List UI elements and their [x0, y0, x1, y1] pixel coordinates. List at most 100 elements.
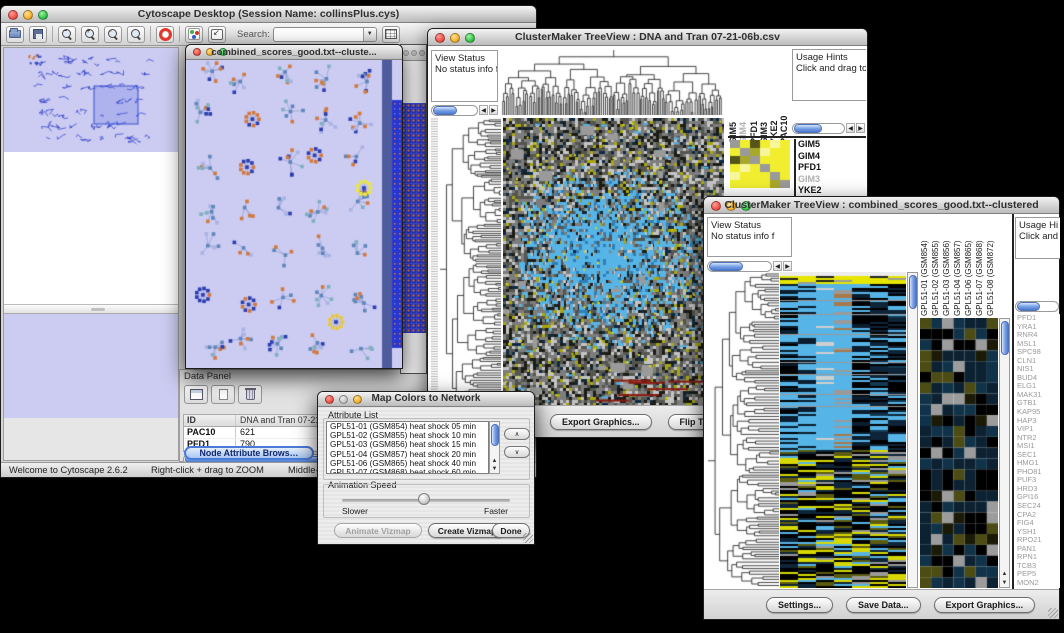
zoom-selected-button[interactable]: [127, 26, 145, 43]
array-column-label[interactable]: GPL51-02 (GSM855): [931, 217, 942, 316]
heatmap-vscrollbar[interactable]: [907, 272, 918, 588]
scroll-right-icon[interactable]: ▶: [489, 105, 498, 115]
attribute-browser-button[interactable]: [382, 26, 400, 43]
gene-row-label[interactable]: PFD1: [798, 162, 865, 174]
search-dropdown[interactable]: ▼: [363, 28, 376, 41]
array-column-label[interactable]: GPL51-06 (GSM865): [964, 217, 975, 316]
heatmap-canvas[interactable]: [503, 118, 724, 423]
usage-hints-scrollbar[interactable]: [1015, 300, 1059, 312]
gene-column-label[interactable]: PFD1: [749, 49, 759, 144]
chevron-down-icon: ▼: [367, 31, 373, 37]
scroll-right-icon[interactable]: ▶: [856, 123, 865, 133]
scroll-thumb[interactable]: [1001, 321, 1009, 355]
attribute-list-item[interactable]: GPL51-06 (GSM865) heat shock 40 min: [327, 459, 488, 468]
new-attribute-button[interactable]: [211, 385, 235, 404]
gene-column-label[interactable]: GIM5: [728, 49, 738, 144]
scroll-down-icon[interactable]: ▼: [1000, 580, 1009, 586]
treeview2-content: View Status No status info f ◀ ▶ GPL51-0…: [704, 214, 1059, 619]
footer-button[interactable]: Save Data...: [846, 597, 921, 613]
attribute-list-item[interactable]: GPL51-01 (GSM854) heat shock 05 min: [327, 422, 488, 431]
gene-column-label[interactable]: GIM4: [738, 49, 748, 144]
zoom-out-button[interactable]: −: [58, 26, 76, 43]
main-titlebar[interactable]: Cytoscape Desktop (Session Name: collins…: [1, 6, 536, 23]
gene-row-label[interactable]: YKE2: [798, 185, 865, 197]
scroll-up-icon[interactable]: ▲: [490, 458, 499, 464]
background-window-titlebar[interactable]: [401, 45, 426, 61]
zoom-fit-button[interactable]: ▫: [104, 26, 122, 43]
zoom-heatmap-canvas[interactable]: [920, 318, 998, 588]
view-status-scrollbar[interactable]: ◀ ▶: [431, 104, 498, 116]
select-attributes-button[interactable]: [184, 385, 208, 404]
toolbar-separator: [52, 26, 53, 42]
attribute-list-scrollbar[interactable]: ▲ ▼: [489, 421, 500, 474]
annotation-button[interactable]: [208, 26, 226, 43]
move-down-button[interactable]: ∨: [504, 446, 530, 458]
attribute-list[interactable]: GPL51-01 (GSM854) heat shock 05 minGPL51…: [326, 421, 489, 474]
col-id[interactable]: ID: [184, 415, 236, 426]
array-column-label[interactable]: GPL51-01 (GSM854): [920, 217, 931, 316]
gene-column-label[interactable]: GIM3: [759, 49, 769, 144]
help-button[interactable]: [156, 26, 174, 43]
resize-grip[interactable]: [523, 533, 533, 543]
speed-slider-thumb[interactable]: [418, 493, 430, 505]
footer-button[interactable]: Settings...: [766, 597, 833, 613]
heatmap-canvas[interactable]: [780, 272, 906, 588]
gene-row-label[interactable]: GIM5: [798, 139, 865, 151]
array-column-label[interactable]: GPL51-08 (GSM872): [986, 217, 997, 316]
scroll-left-icon[interactable]: ◀: [773, 261, 782, 271]
scroll-thumb[interactable]: [433, 106, 458, 115]
view-status-scrollbar[interactable]: ◀ ▶: [707, 260, 792, 272]
scroll-thumb[interactable]: [794, 124, 822, 133]
array-column-label[interactable]: GPL51-03 (GSM856): [942, 217, 953, 316]
zoom-in-button[interactable]: +: [81, 26, 99, 43]
scroll-thumb[interactable]: [709, 262, 744, 271]
table-icon: [385, 29, 397, 39]
footer-button[interactable]: Export Graphics...: [934, 597, 1036, 613]
search-input[interactable]: ▼: [273, 27, 377, 42]
scroll-left-icon[interactable]: ◀: [846, 123, 855, 133]
move-up-button[interactable]: ∧: [504, 428, 530, 440]
save-disk-icon: [33, 29, 43, 39]
network-overview-canvas[interactable]: [4, 48, 178, 152]
attribute-list-item[interactable]: GPL51-02 (GSM855) heat shock 10 min: [327, 431, 488, 440]
attribute-list-item[interactable]: GPL51-04 (GSM857) heat shock 20 min: [327, 450, 488, 459]
attribute-list-item[interactable]: GPL51-07 (GSM868) heat shock 60 min: [327, 468, 488, 474]
scroll-right-icon[interactable]: ▶: [783, 261, 792, 271]
row-dendrogram-canvas[interactable]: [707, 272, 779, 588]
save-session-button[interactable]: [29, 26, 47, 43]
network-view-canvas[interactable]: [186, 60, 402, 368]
footer-button[interactable]: Export Graphics...: [550, 414, 652, 430]
treeview1-titlebar[interactable]: ClusterMaker TreeView : DNA and Tran 07-…: [428, 29, 867, 46]
node-attribute-browser-tab[interactable]: Node Attribute Brows…: [184, 446, 314, 460]
gene-column-label[interactable]: PAC10: [779, 49, 789, 144]
row-dendrogram-canvas[interactable]: [431, 118, 501, 423]
gene-row-label[interactable]: GIM3: [798, 174, 865, 186]
gene-name[interactable]: MON2: [1017, 579, 1060, 588]
network-view-titlebar[interactable]: combined_scores_good.txt--cluste...: [186, 45, 402, 60]
gene-column-label[interactable]: YKE2: [769, 49, 779, 144]
vizmapper-button[interactable]: [185, 26, 203, 43]
scroll-up-icon[interactable]: ▲: [1000, 571, 1009, 577]
attribute-list-item[interactable]: GPL51-03 (GSM856) heat shock 15 min: [327, 440, 488, 449]
scroll-thumb[interactable]: [1017, 302, 1040, 311]
zoom-fit-icon: ▫: [108, 29, 119, 40]
dialog-titlebar[interactable]: Map Colors to Network: [318, 392, 534, 407]
zoom-vscrollbar[interactable]: ▲ ▼: [999, 318, 1010, 588]
correlation-matrix-canvas[interactable]: [730, 140, 790, 188]
panel-splitter[interactable]: [4, 305, 178, 314]
open-session-button[interactable]: [6, 26, 24, 43]
usage-hints-scrollbar[interactable]: ◀ ▶: [792, 122, 865, 134]
delete-attribute-button[interactable]: [238, 385, 262, 404]
search-value[interactable]: [274, 28, 363, 41]
array-column-label[interactable]: GPL51-07 (GSM868): [975, 217, 986, 316]
scroll-left-icon[interactable]: ◀: [479, 105, 488, 115]
scroll-down-icon[interactable]: ▼: [490, 466, 499, 472]
treeview2-titlebar[interactable]: ClusterMaker TreeView : combined_scores_…: [704, 197, 1059, 214]
resize-grip[interactable]: [1048, 608, 1058, 618]
scroll-thumb[interactable]: [909, 275, 917, 309]
array-column-label[interactable]: GPL51-04 (GSM857): [953, 217, 964, 316]
scroll-thumb[interactable]: [491, 424, 499, 446]
animate-vizmap-button[interactable]: Animate Vizmap: [334, 523, 422, 538]
gene-row-label[interactable]: GIM4: [798, 151, 865, 163]
column-dendrogram-canvas[interactable]: [501, 49, 723, 115]
